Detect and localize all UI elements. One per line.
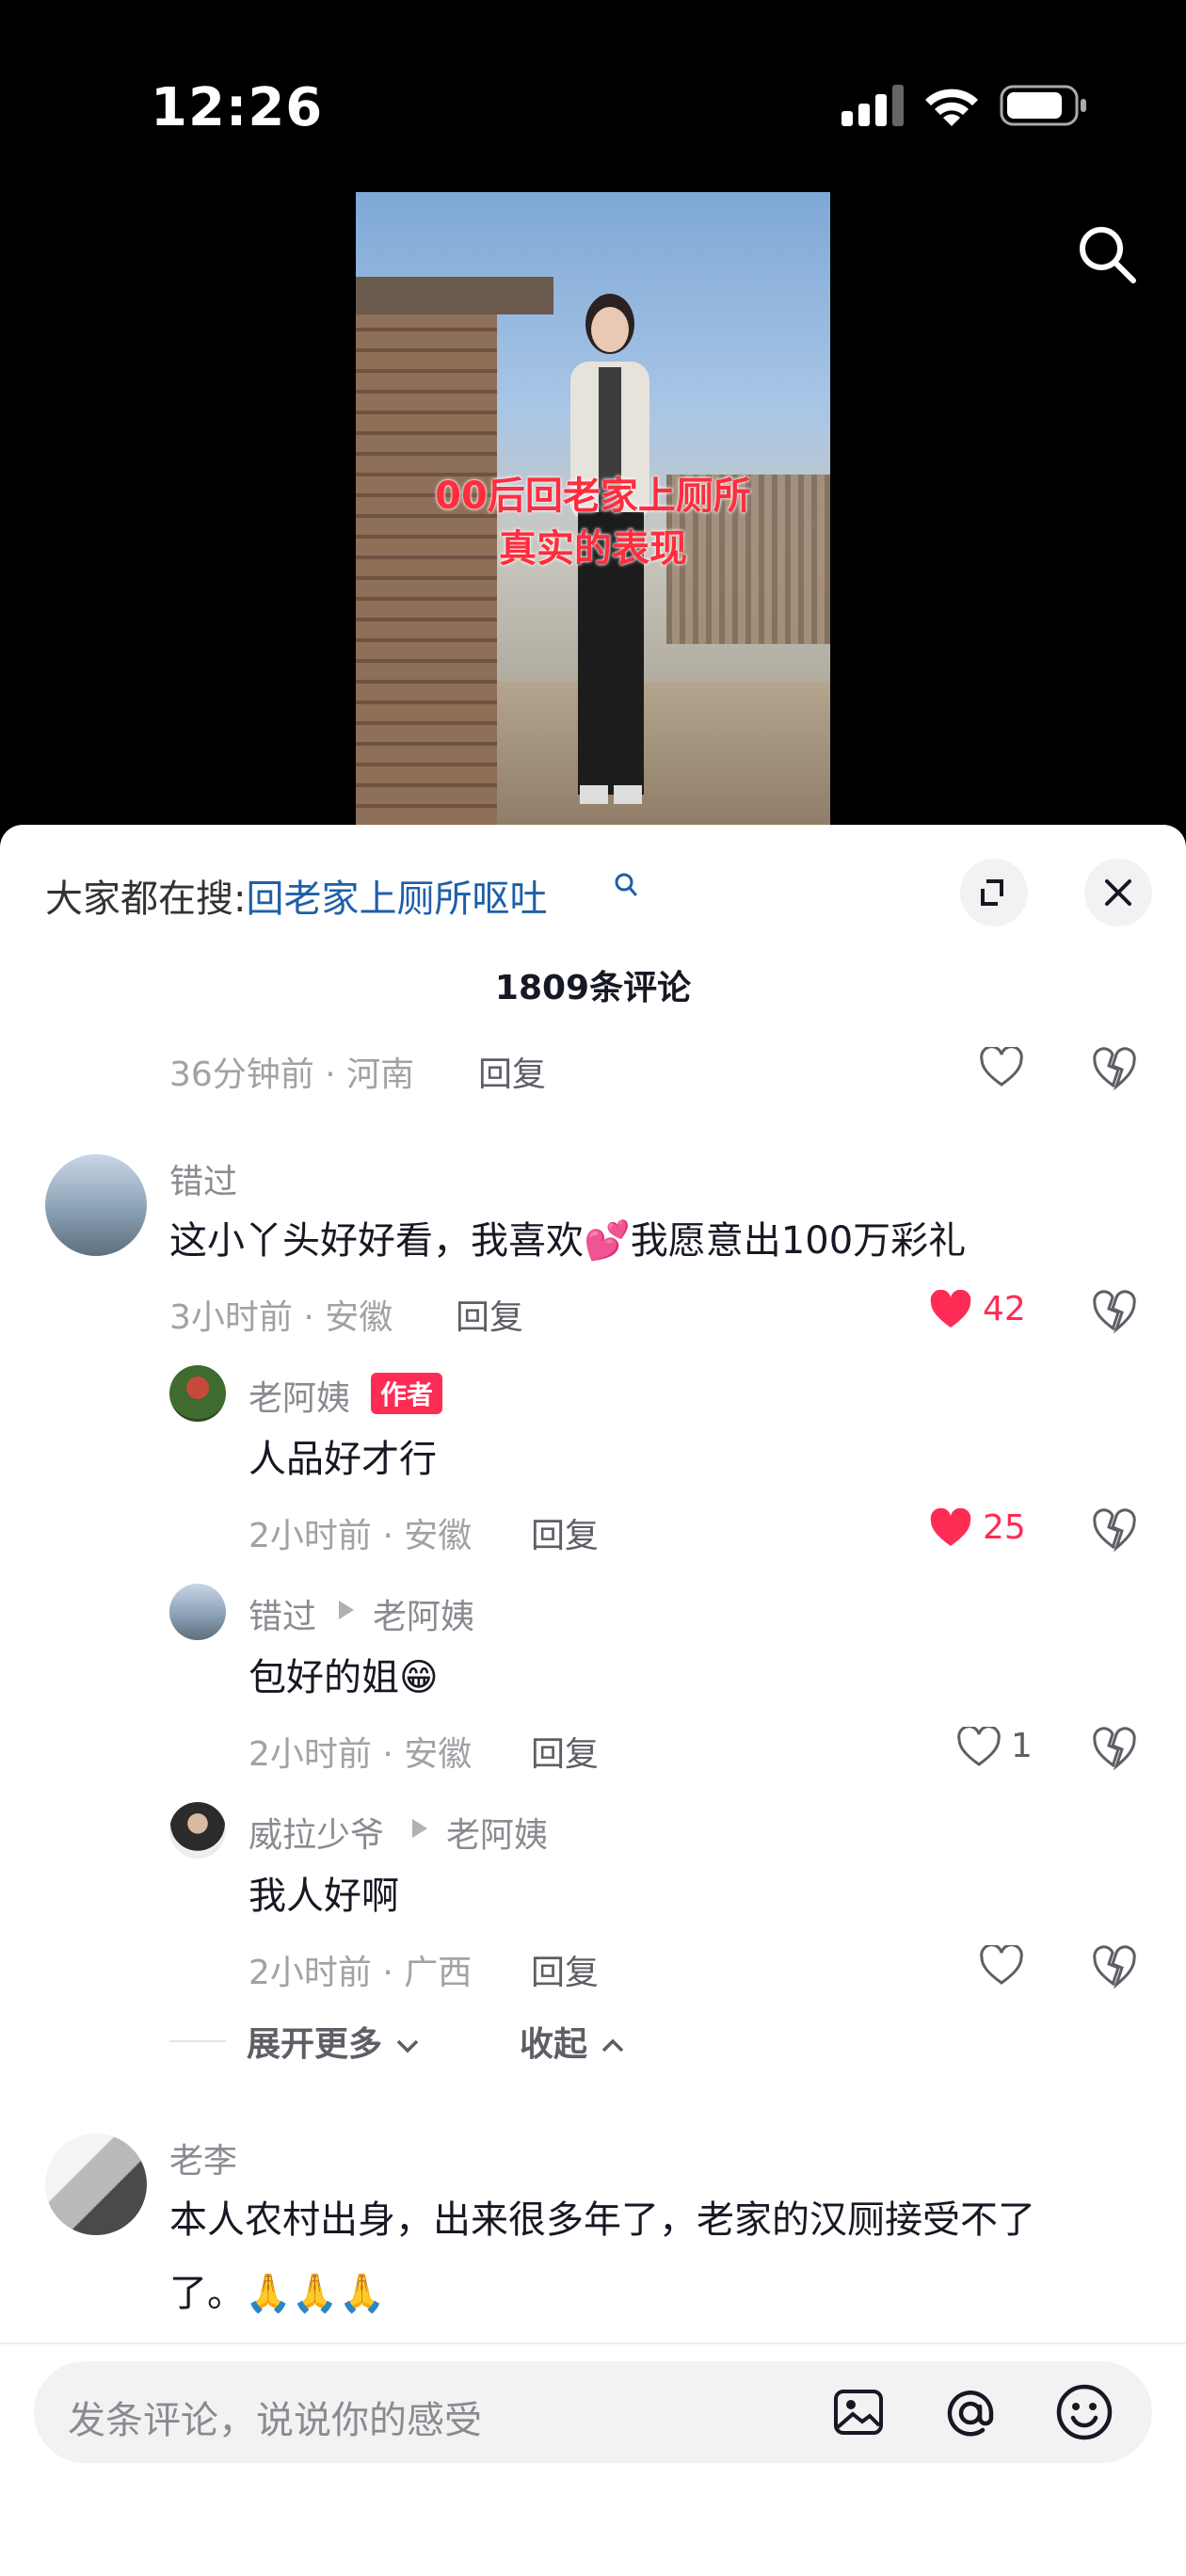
reply-button[interactable]: 回复 [456,1290,523,1339]
avatar[interactable] [169,1365,226,1422]
comment-input-placeholder[interactable]: 发条评论，说说你的感受 [68,2390,482,2444]
broken-heart-icon[interactable] [1092,1727,1137,1770]
battery-icon [1000,85,1086,126]
expand-more-button[interactable]: 展开更多 [247,2017,421,2066]
reply-arrow-icon [412,1819,427,1838]
like-count: 25 [983,1508,1026,1547]
reply-button[interactable]: 回复 [531,1727,599,1776]
chevron-down-icon [396,2039,418,2053]
emoji-icon[interactable] [1054,2382,1114,2442]
close-button[interactable] [1084,859,1152,926]
heart-outline-icon[interactable] [979,1945,1024,1987]
comment-meta: 2小时前 · 安徽 [248,1735,473,1774]
expand-more-label: 展开更多 [247,2025,383,2064]
comment-username[interactable]: 老阿姨 [248,1371,350,1420]
comment-text: 我人好啊 [248,1875,399,1918]
reply-button[interactable]: 回复 [478,1047,546,1096]
reply-button[interactable]: 回复 [531,1508,599,1557]
collapse-label: 收起 [520,2025,588,2064]
heart-outline-icon[interactable] [979,1047,1024,1088]
divider [0,2343,1186,2344]
comment-username[interactable]: 老李 [169,2133,237,2182]
comment-meta: 2小时前 · 安徽 [248,1517,473,1555]
comment-username[interactable]: 错过 [248,1589,316,1638]
comment-text: 包好的姐😁 [248,1656,439,1699]
video-frame[interactable]: 00后回老家上厕所 真实的表现 [356,192,830,825]
avatar[interactable] [169,1802,226,1859]
status-time: 12:26 [151,77,324,138]
comment-text: 本人农村出身，出来很多年了，老家的汉厕接受不了 [169,2198,1035,2242]
heart-filled-icon[interactable] [928,1290,973,1331]
broken-heart-icon[interactable] [1092,1047,1137,1090]
reply-to-username[interactable]: 老阿姨 [446,1808,548,1857]
comment-meta: 3小时前 · 安徽 [169,1298,393,1337]
heart-outline-icon[interactable] [956,1727,1002,1768]
reply-to-username[interactable]: 老阿姨 [373,1589,474,1638]
close-icon [1105,879,1131,906]
comment-text: 这小丫头好好看，我喜欢💕我愿意出100万彩礼 [169,1219,967,1263]
collapse-button[interactable]: 收起 [520,2017,626,2066]
comment-username[interactable]: 错过 [169,1154,237,1203]
expand-icon [981,879,1003,906]
broken-heart-icon[interactable] [1092,1508,1137,1552]
hot-search-query[interactable]: 回老家上厕所呕吐 [246,877,547,921]
author-badge: 作者 [371,1373,443,1414]
small-search-icon [615,873,637,896]
heart-filled-icon[interactable] [928,1508,973,1550]
reply-button[interactable]: 回复 [531,1945,599,1994]
comment-text: 人品好才行 [248,1438,437,1481]
hot-search-prefix: 大家都在搜: [45,877,247,921]
wifi-icon [925,89,978,126]
comment-meta: 2小时前 · 广西 [248,1954,473,1992]
comment-username[interactable]: 威拉少爷 [248,1808,384,1857]
like-count: 1 [1011,1727,1033,1765]
mention-icon[interactable] [941,2384,1000,2442]
comment-meta: 36分钟前 · 河南 [169,1055,415,1094]
video-overlay-text-2: 真实的表现 [499,527,687,571]
search-icon[interactable] [1073,220,1141,288]
avatar[interactable] [45,1154,147,1256]
like-count: 42 [983,1290,1026,1328]
cellular-signal-icon [841,85,904,126]
chevron-up-icon [601,2038,623,2053]
comment-count: 1809条评论 [494,969,692,1007]
reply-arrow-icon [339,1601,354,1619]
image-icon[interactable] [830,2384,887,2440]
comment-text-line2: 了。🙏🙏🙏 [169,2272,386,2315]
hot-search-bar[interactable]: 大家都在搜:回老家上厕所呕吐 [45,868,547,923]
broken-heart-icon[interactable] [1092,1290,1137,1333]
divider [169,2040,226,2042]
avatar[interactable] [45,2133,147,2235]
video-overlay-text-1: 00后回老家上厕所 [435,475,751,518]
avatar[interactable] [169,1584,226,1640]
broken-heart-icon[interactable] [1092,1945,1137,1988]
expand-button[interactable] [960,859,1028,926]
